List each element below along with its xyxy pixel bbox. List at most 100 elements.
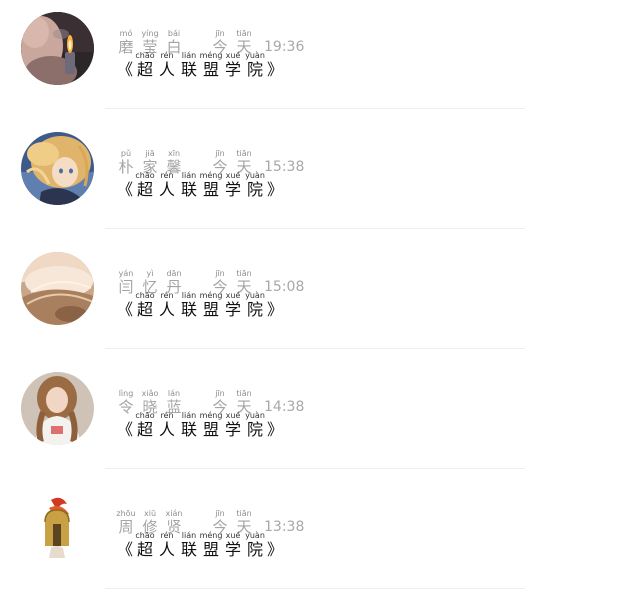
divider (105, 468, 525, 469)
hanzi: 院 (246, 60, 263, 79)
pinyin: dān (166, 269, 182, 278)
hanzi: 盟 (202, 540, 219, 559)
pinyin: tiān (236, 29, 252, 38)
pinyin: lián (181, 291, 197, 300)
message-subject[interactable]: 《 chāo 超 rén 人 lián 联 méng 盟 xué 学 yuàn 院 》 (116, 410, 284, 440)
pinyin: jiā (145, 149, 155, 158)
hanzi: 院 (246, 420, 263, 439)
pinyin: xián (165, 509, 183, 518)
hanzi: 学 (224, 300, 241, 319)
avatar[interactable] (21, 132, 94, 205)
message-subject[interactable]: 《 chāo 超 rén 人 lián 联 méng 盟 xué 学 yuàn 院 》 (116, 290, 284, 320)
pinyin: xué (225, 411, 241, 420)
pinyin: chāo (135, 291, 155, 300)
avatar[interactable] (21, 492, 94, 565)
close-quote: 》 (266, 420, 283, 439)
message-subject[interactable]: 《 chāo 超 rén 人 lián 联 méng 盟 xué 学 yuàn 院 》 (116, 170, 284, 200)
pinyin: xīn (167, 149, 181, 158)
hanzi: 学 (224, 180, 241, 199)
pinyin: xué (225, 291, 241, 300)
pinyin: yì (146, 269, 154, 278)
pinyin: lián (181, 171, 197, 180)
divider (105, 108, 525, 109)
pinyin: xué (225, 51, 241, 60)
pinyin: méng (199, 411, 223, 420)
open-quote: 《 (116, 300, 133, 319)
pinyin: yuàn (245, 171, 265, 180)
pinyin: jīn (215, 389, 225, 398)
list-item[interactable]: zhōu 周 xiū 修 xián 贤 jīn 今 tiān 天 13:38 《 chāo… (0, 480, 640, 600)
pinyin: rén (160, 411, 174, 420)
divider (105, 228, 525, 229)
hanzi: 人 (158, 420, 175, 439)
pinyin: lán (167, 389, 181, 398)
pinyin: zhōu (116, 509, 136, 518)
hanzi: 人 (158, 540, 175, 559)
pinyin: rén (160, 291, 174, 300)
pinyin: tiān (236, 509, 252, 518)
pinyin: lián (181, 411, 197, 420)
list-item[interactable]: pǔ 朴 jiā 家 xīn 馨 jīn 今 tiān 天 15:38 《 chāo 超 r… (0, 120, 640, 240)
pinyin: yuàn (245, 51, 265, 60)
hanzi: 学 (224, 60, 241, 79)
hanzi: 联 (180, 180, 197, 199)
close-quote: 》 (266, 540, 283, 559)
pinyin: chāo (135, 531, 155, 540)
woman-portrait-photo (21, 372, 94, 445)
hanzi: 盟 (202, 60, 219, 79)
close-quote: 》 (266, 180, 283, 199)
pinyin: yuàn (245, 531, 265, 540)
pinyin: lìng (118, 389, 134, 398)
hanzi: 学 (224, 540, 241, 559)
pinyin: jīn (215, 269, 225, 278)
pinyin: méng (199, 531, 223, 540)
hanzi: 盟 (202, 420, 219, 439)
pinyin: chāo (135, 51, 155, 60)
hanzi: 人 (158, 180, 175, 199)
hanzi: 院 (246, 180, 263, 199)
divider (105, 588, 525, 589)
anime-girl-illustration (21, 132, 94, 205)
pinyin: tiān (236, 149, 252, 158)
pinyin: xiū (143, 509, 157, 518)
spartan-helmet-icon (21, 492, 94, 565)
pinyin: bái (167, 29, 181, 38)
avatar[interactable] (21, 372, 94, 445)
message-subject[interactable]: 《 chāo 超 rén 人 lián 联 méng 盟 xué 学 yuàn 院 》 (116, 50, 284, 80)
pinyin: xué (225, 531, 241, 540)
hanzi: 联 (180, 420, 197, 439)
list-item[interactable]: lìng 令 xiǎo 晓 lán 蓝 jīn 今 tiān 天 14:38 《 chāo… (0, 360, 640, 480)
pinyin: méng (199, 291, 223, 300)
hanzi: 盟 (202, 300, 219, 319)
pinyin: lián (181, 51, 197, 60)
list-item[interactable]: mó 磨 yíng 莹 bái 白 jīn 今 tiān 天 19:36 《 chāo 超 … (0, 0, 640, 120)
hanzi: 院 (246, 300, 263, 319)
pinyin: jīn (215, 149, 225, 158)
pinyin: xiǎo (141, 389, 159, 398)
pinyin: tiān (236, 389, 252, 398)
divider (105, 348, 525, 349)
hanzi: 超 (136, 180, 153, 199)
pinyin: xué (225, 171, 241, 180)
message-subject[interactable]: 《 chāo 超 rén 人 lián 联 méng 盟 xué 学 yuàn 院 》 (116, 530, 284, 560)
pinyin: rén (160, 51, 174, 60)
hanzi: 联 (180, 540, 197, 559)
hanzi: 超 (136, 540, 153, 559)
open-quote: 《 (116, 420, 133, 439)
pinyin: rén (160, 531, 174, 540)
hanzi: 人 (158, 300, 175, 319)
hanzi: 盟 (202, 180, 219, 199)
pinyin: méng (199, 51, 223, 60)
list-item[interactable]: yán 闫 yì 忆 dān 丹 jīn 今 tiān 天 15:08 《 chāo 超 r… (0, 240, 640, 360)
pinyin: méng (199, 171, 223, 180)
pinyin: yuàn (245, 411, 265, 420)
lighter-smoke-photo (21, 12, 94, 85)
hanzi: 院 (246, 540, 263, 559)
pinyin: yíng (141, 29, 159, 38)
open-quote: 《 (116, 540, 133, 559)
avatar[interactable] (21, 12, 94, 85)
close-quote: 》 (266, 300, 283, 319)
hanzi: 联 (180, 300, 197, 319)
open-quote: 《 (116, 180, 133, 199)
avatar[interactable] (21, 252, 94, 325)
